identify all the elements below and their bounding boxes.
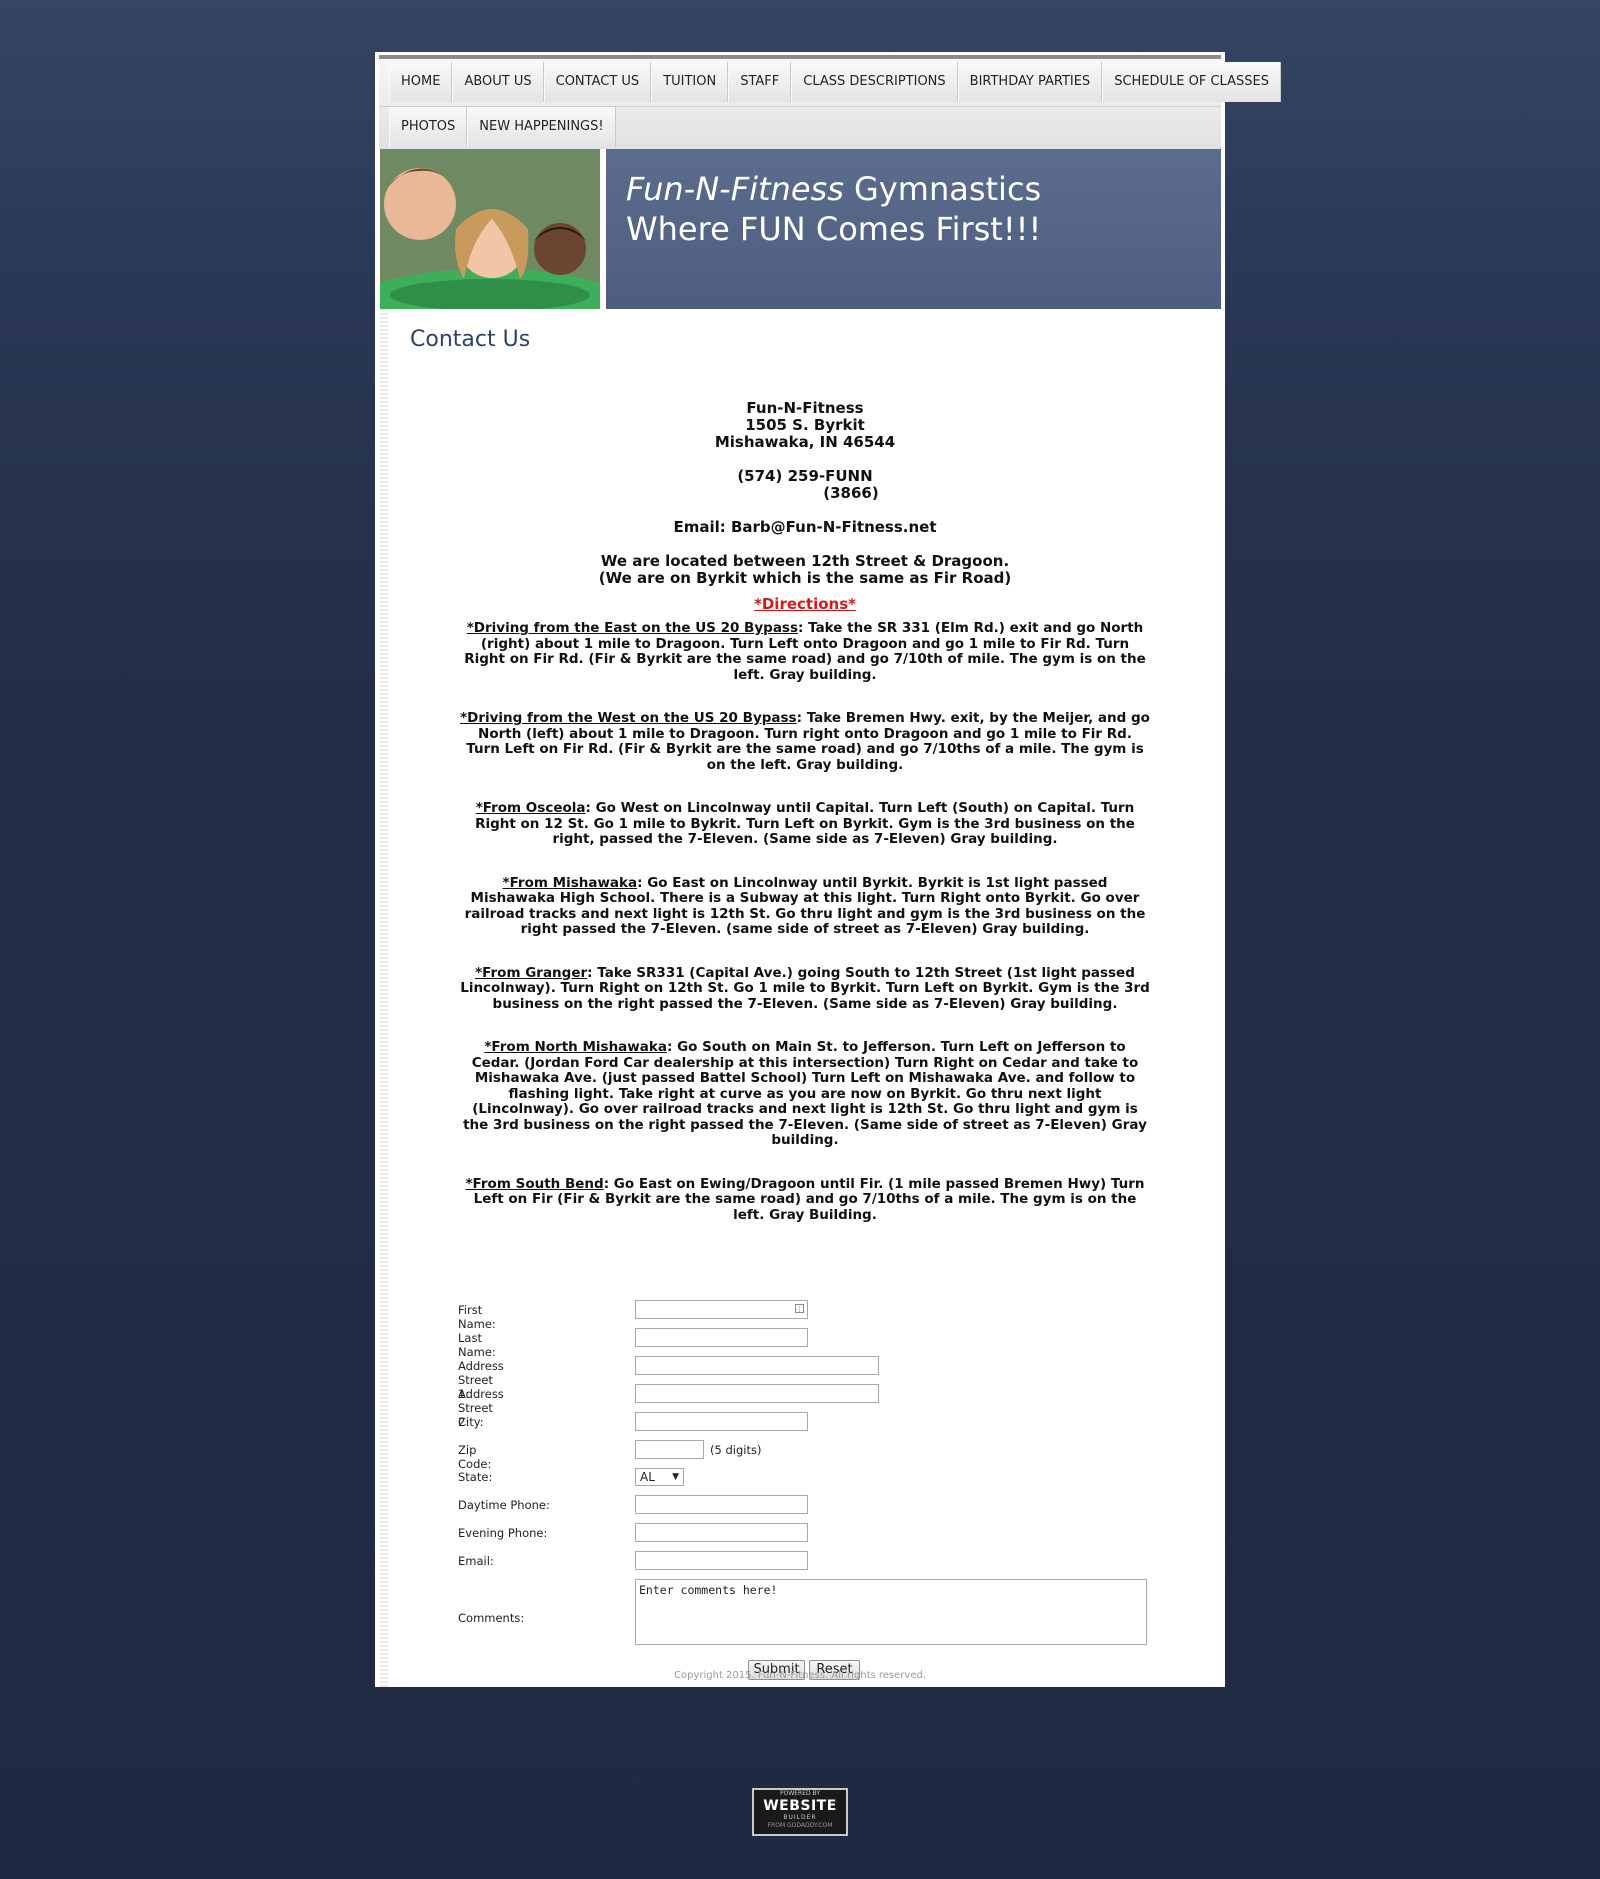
city-field[interactable] [635,1412,808,1431]
first-name-field[interactable]: ⋮ [635,1300,808,1319]
autofill-icon: ⋮ [795,1304,804,1313]
main-nav: HOME ABOUT US CONTACT US TUITION STAFF C… [379,60,1281,151]
directions-lead: *Driving from the East on the US 20 Bypa… [466,620,798,636]
street2-field[interactable] [635,1384,879,1403]
street-address: 1505 S. Byrkit [745,416,865,434]
directions-west: *Driving from the West on the US 20 Bypa… [460,710,1150,773]
business-name: Fun-N-Fitness [746,399,864,417]
state-selected-value: AL [640,1470,655,1484]
nav-photos[interactable]: PHOTOS [389,107,468,147]
nav-schedule-of-classes[interactable]: SCHEDULE OF CLASSES [1102,62,1281,102]
site-brand-name: Fun-N-Fitness [626,170,844,208]
nav-staff[interactable]: STAFF [728,62,792,102]
eve-phone-label: Evening Phone: [458,1526,548,1540]
contact-content: Fun-N-Fitness 1505 S. Byrkit Mishawaka, … [460,400,1150,1223]
street1-field[interactable] [635,1356,879,1375]
directions-lead: *From Granger [475,964,588,981]
directions-text: : Go South on Main St. to Jefferson. Tur… [463,1039,1147,1148]
badge-website: WEBSITE [763,1798,837,1814]
first-name-label: First Name: [458,1303,496,1331]
last-name-field[interactable] [635,1328,808,1347]
state-select[interactable]: AL ▼ [635,1468,684,1486]
directions-east: *Driving from the East on the US 20 Bypa… [460,620,1150,683]
nav-row-1: HOME ABOUT US CONTACT US TUITION STAFF C… [379,62,1281,106]
nav-new-happenings[interactable]: NEW HAPPENINGS! [467,107,616,147]
nav-about-us[interactable]: ABOUT US [452,62,544,102]
email-field[interactable] [635,1551,808,1570]
kids-photo-image [380,149,600,309]
zip-label: Zip Code: [458,1443,492,1471]
site-tagline: Where FUN Comes First!!! [626,210,1042,248]
directions-lead: *From Osceola [475,800,586,816]
phone-number: (574) 259-FUNN [737,467,873,485]
email-line: Email: Barb@Fun-N-Fitness.net [673,518,937,536]
zip-field[interactable] [635,1440,704,1459]
nav-tuition[interactable]: TUITION [651,62,729,102]
directions-south-bend: *From South Bend: Go East on Ewing/Drago… [460,1175,1150,1224]
directions-lead: *From Mishawaka [502,874,638,891]
directions-granger: *From Granger: Take SR331 (Capital Ave.)… [460,964,1150,1013]
copyright-text: Copyright 2015. Fun-N-Fitness. All right… [674,1670,926,1681]
site-title: Fun-N-Fitness Gymnastics Where FUN Comes… [626,169,1041,249]
website-builder-badge[interactable]: POWERED BY WEBSITE BUILDER FROM GODADDY.… [752,1788,848,1836]
comments-textarea[interactable]: Enter comments here! [635,1579,1147,1645]
eve-phone-field[interactable] [635,1523,808,1542]
content-left-edge [380,309,388,1687]
state-label: State: [458,1470,493,1484]
comments-label: Comments: [458,1611,525,1625]
city-state-zip: Mishawaka, IN 46544 [714,433,896,451]
nav-birthday-parties[interactable]: BIRTHDAY PARTIES [957,62,1103,102]
last-name-label: Last Name: [458,1331,496,1359]
directions-lead: *From North Mishawaka [484,1039,667,1055]
header-photo [380,149,600,309]
nav-home[interactable]: HOME [389,62,453,102]
nav-class-descriptions[interactable]: CLASS DESCRIPTIONS [791,62,958,102]
location-line-2: (We are on Byrkit which is the same as F… [598,569,1012,587]
directions-north-mishawaka: *From North Mishawaka: Go South on Main … [460,1039,1150,1149]
day-phone-label: Daytime Phone: [458,1498,550,1512]
page-title: Contact Us [410,327,531,352]
day-phone-field[interactable] [635,1495,808,1514]
directions-lead: *From South Bend [465,1175,604,1192]
zip-note: (5 digits) [710,1443,762,1457]
top-border [379,55,1221,59]
nav-row-2: PHOTOS NEW HAPPENINGS! [379,106,1221,151]
directions-heading: *Directions* [754,595,856,613]
directions-lead: *Driving from the West on the US 20 Bypa… [460,710,797,726]
directions-osceola: *From Osceola: Go West on Lincolnway unt… [460,800,1150,848]
dropdown-arrow-icon: ▼ [672,1472,679,1482]
badge-from: FROM GODADDY.COM [767,1822,833,1829]
site-title-line1: Gymnastics [843,170,1042,208]
header-banner: Fun-N-Fitness Gymnastics Where FUN Comes… [606,149,1221,309]
email-label: Email: [458,1554,494,1568]
badge-builder: BUILDER [783,1814,817,1821]
badge-powered-by: POWERED BY [779,1790,820,1797]
page-container: HOME ABOUT US CONTACT US TUITION STAFF C… [375,52,1281,1687]
city-label: City: [458,1415,484,1429]
location-line-1: We are located between 12th Street & Dra… [600,552,1010,570]
directions-mishawaka: *From Mishawaka: Go East on Lincolnway u… [460,874,1150,938]
nav-contact-us[interactable]: CONTACT US [543,62,652,102]
phone-digits: (3866) [823,484,879,502]
